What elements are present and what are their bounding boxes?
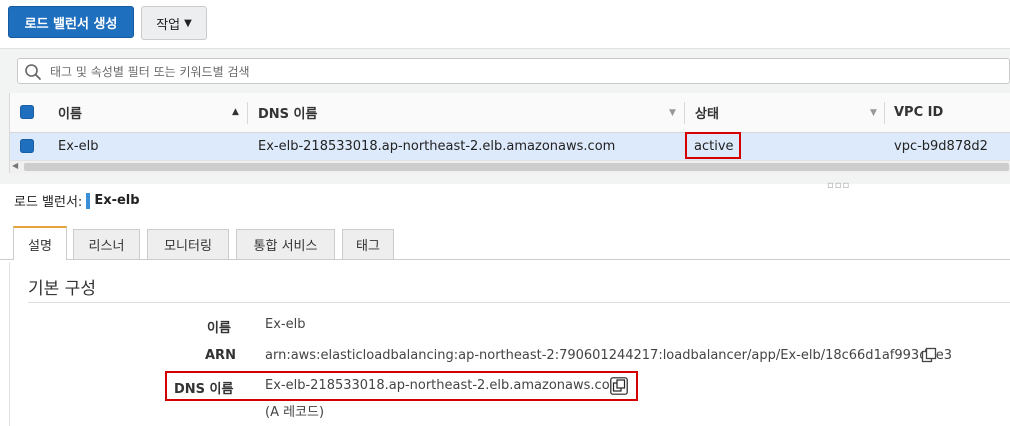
field-value-name: Ex-elb xyxy=(265,317,306,332)
tab-label: 설명 xyxy=(28,238,52,254)
detail-header: 로드 밸런서: Ex-elb xyxy=(14,191,140,210)
sort-icon[interactable]: ▼ xyxy=(669,108,676,118)
row-name: Ex-elb xyxy=(58,139,99,154)
field-note-dns: (A 레코드) xyxy=(265,405,325,420)
row-vpc: vpc-b9d878d2 xyxy=(894,139,988,154)
tab-listeners[interactable]: 리스너 xyxy=(73,229,140,259)
column-label-name: 이름 xyxy=(58,107,82,122)
tab-description[interactable]: 설명 xyxy=(13,226,67,260)
search-input[interactable] xyxy=(48,61,992,83)
tab-label: 통합 서비스 xyxy=(253,239,318,254)
tab-label: 태그 xyxy=(356,239,380,254)
column-header-name[interactable]: 이름 xyxy=(58,93,82,132)
column-divider[interactable] xyxy=(884,102,885,124)
section-divider xyxy=(28,302,1010,303)
table-row[interactable]: Ex-elb Ex-elb-218533018.ap-northeast-2.e… xyxy=(10,132,1010,160)
column-divider[interactable] xyxy=(247,102,248,124)
column-header-status[interactable]: 상태 xyxy=(695,93,719,132)
scroll-left-icon[interactable]: ◀ xyxy=(12,161,18,170)
column-label-dns: DNS 이름 xyxy=(258,107,318,122)
sort-icon[interactable]: ▼ xyxy=(870,108,877,118)
load-balancer-grid: 이름 ▲ DNS 이름 ▼ 상태 ▼ VPC ID Ex-elb Ex-elb-… xyxy=(0,48,1010,184)
toolbar: 로드 밸런서 생성 작업 ▼ xyxy=(0,0,1010,48)
panel-resize-handle[interactable]: ▫▫▫ xyxy=(827,180,850,191)
column-label-status: 상태 xyxy=(695,107,719,122)
selection-marker xyxy=(86,192,91,209)
chevron-down-icon: ▼ xyxy=(184,17,192,29)
detail-header-name: Ex-elb xyxy=(94,193,140,208)
tab-monitoring[interactable]: 모니터링 xyxy=(147,229,229,259)
copy-icon[interactable] xyxy=(921,347,937,363)
tabs-divider xyxy=(0,259,1010,260)
tab-integrated-services[interactable]: 통합 서비스 xyxy=(236,229,335,259)
column-label-vpc: VPC ID xyxy=(894,105,944,120)
load-balancer-table: 이름 ▲ DNS 이름 ▼ 상태 ▼ VPC ID Ex-elb Ex-elb-… xyxy=(9,93,1010,173)
column-header-dns[interactable]: DNS 이름 xyxy=(258,93,317,132)
create-load-balancer-button[interactable]: 로드 밸런서 생성 xyxy=(8,6,134,38)
horizontal-scrollbar[interactable]: ◀ xyxy=(10,160,1010,173)
select-all-checkbox[interactable] xyxy=(20,105,34,119)
tab-tags[interactable]: 태그 xyxy=(342,229,394,259)
row-dns: Ex-elb-218533018.ap-northeast-2.elb.amaz… xyxy=(258,139,616,154)
table-header: 이름 ▲ DNS 이름 ▼ 상태 ▼ VPC ID xyxy=(10,93,1010,133)
field-label-name: 이름 xyxy=(207,321,231,336)
create-load-balancer-label: 로드 밸런서 생성 xyxy=(24,16,118,32)
scrollbar-thumb[interactable] xyxy=(24,163,1009,171)
panel-left-border xyxy=(9,262,10,426)
field-label-arn: ARN xyxy=(205,348,236,363)
column-divider[interactable] xyxy=(684,102,685,124)
status-highlight-box xyxy=(685,132,741,159)
dns-highlight-box xyxy=(165,371,638,401)
sort-ascending-icon[interactable]: ▲ xyxy=(232,107,239,117)
row-checkbox[interactable] xyxy=(20,139,34,153)
search-bar[interactable] xyxy=(17,58,1010,84)
field-value-arn: arn:aws:elasticloadbalancing:ap-northeas… xyxy=(265,348,952,363)
search-icon xyxy=(25,64,41,80)
detail-tabs: 설명 리스너 모니터링 통합 서비스 태그 xyxy=(0,226,1010,260)
tab-label: 모니터링 xyxy=(164,239,212,254)
detail-header-label: 로드 밸런서: xyxy=(14,195,83,210)
actions-dropdown-button[interactable]: 작업 ▼ xyxy=(141,6,207,40)
tab-label: 리스너 xyxy=(88,239,125,254)
actions-label: 작업 xyxy=(156,17,181,33)
column-header-vpc[interactable]: VPC ID xyxy=(894,93,943,132)
section-title: 기본 구성 xyxy=(28,279,96,299)
